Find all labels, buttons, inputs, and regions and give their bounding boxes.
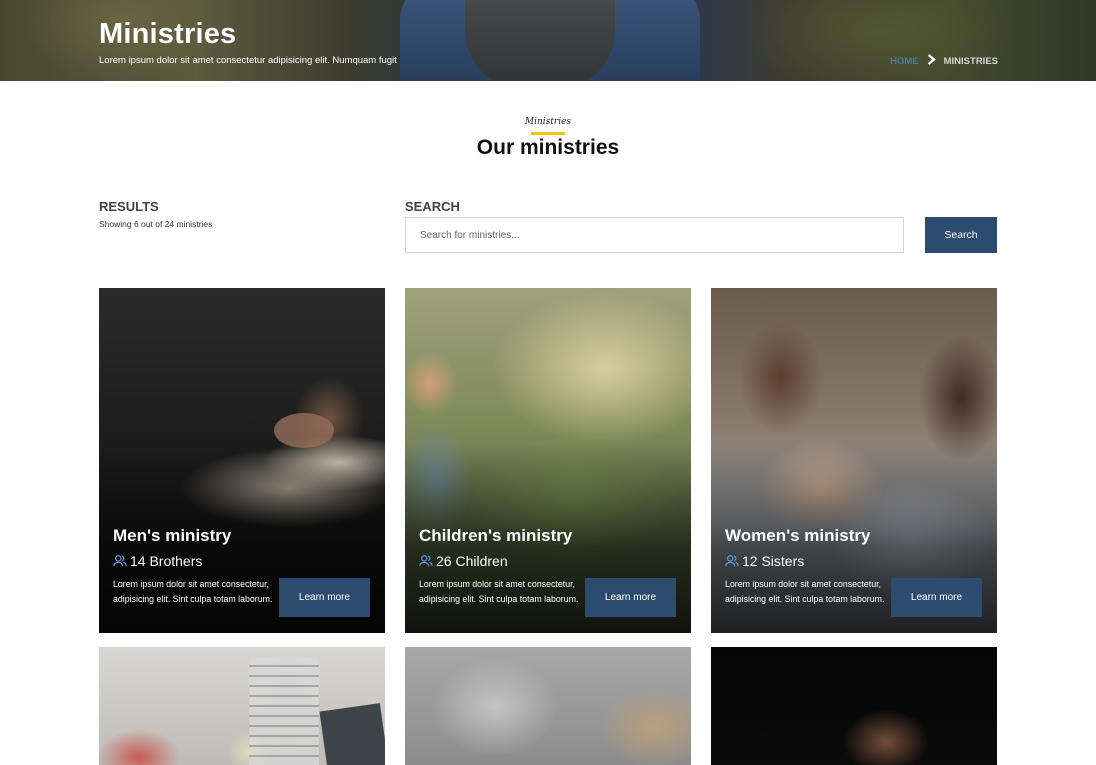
users-icon: [725, 555, 739, 567]
card-title: Children's ministry: [419, 526, 573, 545]
learn-more-button[interactable]: Learn more: [585, 578, 676, 617]
search-label: SEARCH: [405, 199, 460, 214]
card-members: 12 Sisters: [725, 553, 804, 569]
search-input[interactable]: [405, 217, 904, 253]
section-kicker: Ministries: [524, 117, 572, 127]
card-members: 26 Children: [419, 553, 508, 569]
card-description: Lorem ipsum dolor sit amet consectetur, …: [419, 579, 579, 604]
page-subtitle: Lorem ipsum dolor sit amet consectetur a…: [99, 55, 397, 66]
card-members-count: 14 Brothers: [130, 553, 203, 569]
card-members: 14 Brothers: [113, 553, 202, 569]
ministry-card-men: Men's ministry 14 Brothers Lorem ipsum d…: [99, 288, 385, 633]
ministry-card-5: [405, 647, 691, 765]
card-image-detail: [249, 657, 319, 765]
results-count: Showing 6 out of 24 ministries: [99, 219, 213, 229]
card-title: Women's ministry: [725, 526, 871, 545]
card-members-count: 26 Children: [436, 553, 508, 569]
ministry-card-women: Women's ministry 12 Sisters Lorem ipsum …: [711, 288, 997, 633]
ministry-card-6: [711, 647, 997, 765]
card-members-count: 12 Sisters: [742, 553, 805, 569]
users-icon: [113, 555, 127, 567]
results-label: RESULTS: [99, 199, 159, 214]
learn-more-button[interactable]: Learn more: [279, 578, 370, 617]
ministry-card-4: [99, 647, 385, 765]
ministry-card-children: Children's ministry 26 Children Lorem ip…: [405, 288, 691, 633]
users-icon: [419, 555, 433, 567]
card-description: Lorem ipsum dolor sit amet consectetur, …: [113, 579, 273, 604]
card-image-detail: [319, 703, 385, 765]
breadcrumb-home-link[interactable]: HOME: [890, 56, 919, 67]
section-kicker-underline: [531, 132, 565, 135]
chevron-right-icon: [927, 54, 936, 68]
card-image: [711, 647, 997, 765]
page-title: Ministries: [99, 18, 237, 50]
section-title: Our ministries: [476, 136, 620, 159]
card-title: Men's ministry: [113, 526, 232, 545]
breadcrumb-current: MINISTRIES: [943, 55, 998, 67]
card-description: Lorem ipsum dolor sit amet consectetur, …: [725, 579, 885, 604]
card-image: [405, 647, 691, 765]
search-button[interactable]: Search: [925, 217, 997, 253]
learn-more-button[interactable]: Learn more: [891, 578, 982, 617]
page-hero: Ministries Lorem ipsum dolor sit amet co…: [0, 0, 1096, 81]
breadcrumb: HOME MINISTRIES: [890, 54, 998, 68]
